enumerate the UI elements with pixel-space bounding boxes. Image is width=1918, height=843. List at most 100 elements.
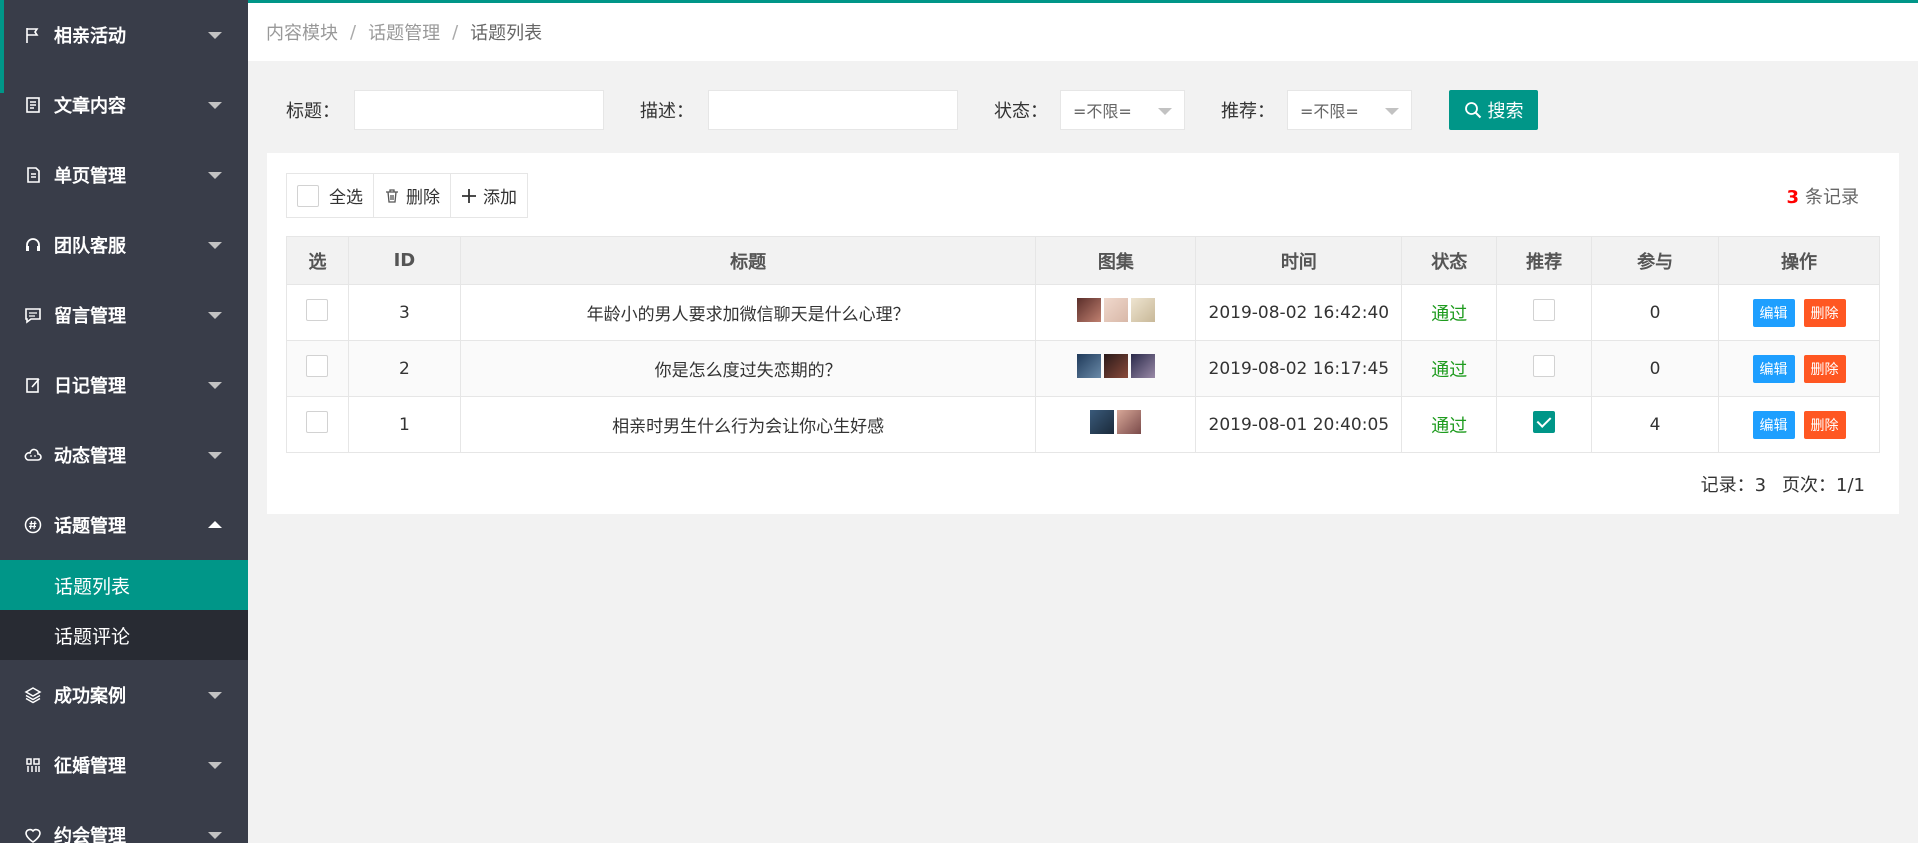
column-header-id: ID [347, 236, 461, 285]
topics-submenu: 话题列表 话题评论 [0, 560, 248, 660]
document-icon [24, 96, 42, 114]
row-time: 2019-08-02 16:42:40 [1195, 284, 1403, 341]
gallery-thumbnail[interactable] [1076, 298, 1101, 322]
gallery-thumbnail[interactable] [1117, 410, 1142, 434]
gallery-thumbnail[interactable] [1103, 354, 1128, 378]
sidebar-item-messages[interactable]: 留言管理 [0, 280, 248, 350]
sidebar-item-team-service[interactable]: 团队客服 [0, 210, 248, 280]
title-filter-input[interactable] [354, 90, 604, 130]
recommend-checkbox[interactable] [1533, 355, 1556, 377]
sidebar-item-articles[interactable]: 文章内容 [0, 70, 248, 140]
sidebar-item-feeds[interactable]: 动态管理 [0, 420, 248, 490]
search-button[interactable]: 搜索 [1449, 90, 1538, 130]
row-checkbox[interactable] [306, 299, 329, 321]
desc-filter-label: 描述： [640, 101, 694, 122]
record-count-suffix: 条记录 [1805, 187, 1859, 208]
row-id: 1 [347, 396, 461, 453]
recommend-checkbox[interactable] [1533, 299, 1556, 321]
status-filter-label: 状态： [994, 101, 1048, 122]
row-title[interactable]: 相亲时男生什么行为会让你心生好感 [459, 396, 1037, 453]
chevron-down-icon [208, 312, 222, 319]
column-header-gallery: 图集 [1035, 236, 1197, 285]
add-button[interactable]: 添加 [451, 174, 527, 217]
column-header-title: 标题 [459, 236, 1037, 285]
row-id: 2 [347, 340, 461, 397]
search-button-label: 搜索 [1487, 101, 1524, 122]
row-actions: 编辑 删除 [1718, 340, 1880, 397]
delete-row-button[interactable]: 删除 [1803, 298, 1846, 327]
row-actions: 编辑 删除 [1718, 284, 1880, 341]
select-all-button[interactable]: 全选 [287, 174, 374, 217]
row-checkbox[interactable] [306, 411, 329, 433]
row-title[interactable]: 你是怎么度过失恋期的？ [459, 340, 1037, 397]
row-checkbox[interactable] [306, 355, 329, 377]
gallery-thumbnail[interactable] [1090, 410, 1115, 434]
delete-row-button[interactable]: 删除 [1803, 410, 1846, 439]
status-filter-value: =不限= [1073, 102, 1132, 121]
column-header-select: 选 [286, 236, 349, 285]
sidebar-item-diary[interactable]: 日记管理 [0, 350, 248, 420]
status-filter-select[interactable]: =不限= [1060, 90, 1185, 130]
row-title[interactable]: 年龄小的男人要求加微信聊天是什么心理？ [459, 284, 1037, 341]
chevron-down-icon [208, 762, 222, 769]
cloud-icon [24, 446, 42, 464]
sidebar: 相亲活动 文章内容 单页管理 团队客服 留言管理 日记管理 动态管理 话题管理 … [0, 0, 248, 843]
pagination-pages: 页次：1/1 [1782, 475, 1865, 496]
sidebar-item-topics[interactable]: 话题管理 [0, 490, 248, 560]
sidebar-item-pages[interactable]: 单页管理 [0, 140, 248, 210]
sidebar-item-dating-activity[interactable]: 相亲活动 [0, 0, 248, 93]
search-icon [1464, 102, 1481, 119]
chevron-down-icon [208, 172, 222, 179]
gallery-thumbnail[interactable] [1130, 298, 1155, 322]
recommend-filter-select[interactable]: =不限= [1287, 90, 1412, 130]
breadcrumb: 内容模块 / 话题管理 / 话题列表 [248, 3, 1918, 61]
edit-button[interactable]: 编辑 [1752, 298, 1795, 327]
edit-button[interactable]: 编辑 [1752, 410, 1795, 439]
select-all-checkbox[interactable] [297, 184, 319, 207]
heart-icon [24, 826, 42, 843]
delete-button-label: 删除 [406, 188, 440, 208]
edit-button[interactable]: 编辑 [1752, 354, 1795, 383]
breadcrumb-item[interactable]: 话题管理 [368, 19, 440, 45]
recommend-checkbox[interactable] [1533, 411, 1556, 433]
delete-row-button[interactable]: 删除 [1803, 354, 1846, 383]
chevron-up-icon [208, 521, 222, 528]
row-time: 2019-08-02 16:17:45 [1195, 340, 1403, 397]
gallery-thumbnail[interactable] [1076, 354, 1101, 378]
breadcrumb-separator: / [452, 21, 459, 43]
column-header-recommend: 推荐 [1496, 236, 1593, 285]
recommend-filter-value: =不限= [1300, 102, 1359, 121]
title-filter-label: 标题： [286, 101, 340, 122]
gallery-thumbnail[interactable] [1130, 354, 1155, 378]
chevron-down-icon [208, 382, 222, 389]
row-status[interactable]: 通过 [1401, 284, 1498, 341]
row-select-cell [286, 396, 349, 453]
chevron-down-icon [1158, 108, 1172, 115]
sidebar-subitem-topic-list[interactable]: 话题列表 [0, 560, 248, 610]
sidebar-subitem-topic-comments[interactable]: 话题评论 [0, 610, 248, 660]
recommend-filter-label: 推荐： [1221, 101, 1275, 122]
delete-button[interactable]: 删除 [374, 174, 451, 217]
row-recommend-cell [1496, 284, 1593, 341]
breadcrumb-item[interactable]: 内容模块 [266, 19, 338, 45]
pagination-info: 记录：3 页次：1/1 [1701, 471, 1865, 497]
table-header-row: 选 ID 标题 图集 时间 状态 推荐 参与 操作 [286, 236, 1880, 285]
plus-icon [462, 188, 476, 203]
row-status[interactable]: 通过 [1401, 340, 1498, 397]
column-header-participants: 参与 [1591, 236, 1720, 285]
row-status[interactable]: 通过 [1401, 396, 1498, 453]
sidebar-item-success-cases[interactable]: 成功案例 [0, 660, 248, 730]
edit-note-icon [24, 376, 42, 394]
message-icon [24, 306, 42, 324]
desc-filter-input[interactable] [708, 90, 958, 130]
topic-table: 选 ID 标题 图集 时间 状态 推荐 参与 操作 3 年龄小的男人要求加微信聊… [286, 236, 1880, 453]
chevron-down-icon [208, 102, 222, 109]
row-select-cell [286, 284, 349, 341]
column-header-status: 状态 [1401, 236, 1498, 285]
sidebar-item-dates[interactable]: 约会管理 [0, 800, 248, 843]
sidebar-item-matchmaking[interactable]: 征婚管理 [0, 730, 248, 800]
row-gallery [1035, 340, 1197, 397]
breadcrumb-current: 话题列表 [470, 23, 543, 44]
chevron-down-icon [208, 832, 222, 839]
gallery-thumbnail[interactable] [1103, 298, 1128, 322]
